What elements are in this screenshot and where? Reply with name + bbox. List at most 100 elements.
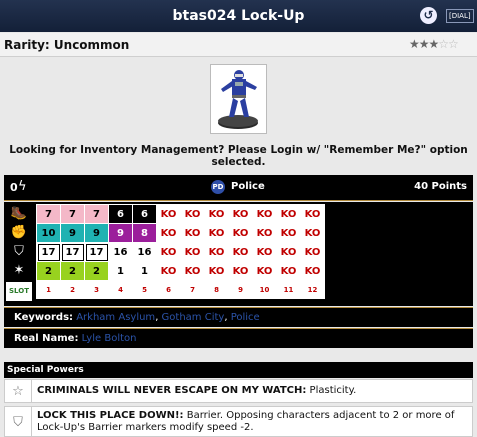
dial-cell: KO xyxy=(204,242,229,262)
dial-cell: KO xyxy=(204,204,229,224)
dial-slot-row: 1 2 3 4 5 6 7 8 9 10 11 12 xyxy=(36,280,325,299)
dial-cell: 16 xyxy=(132,242,157,262)
dial-header: 0 ϟ PD Police 40 Points xyxy=(4,175,473,201)
dial-cell: KO xyxy=(180,261,205,281)
special-powers-header: Special Powers xyxy=(4,362,473,378)
keywords-row: Keywords: Arkham Asylum, Gotham City, Po… xyxy=(4,307,473,327)
slot-label: SLOT xyxy=(6,282,32,301)
dial-cell: KO xyxy=(252,223,277,243)
slot-number: 9 xyxy=(228,280,253,299)
dial-cell: KO xyxy=(252,261,277,281)
dial-cell: KO xyxy=(180,204,205,224)
slot-number: 10 xyxy=(252,280,277,299)
dial-table: 7 7 7 6 6 KO KO KO KO KO KO KO 10 9 9 9 8 KO KO KO KO KO KO KO 1… xyxy=(36,204,325,299)
dial-cell: 10 xyxy=(36,223,61,243)
team-name: Police xyxy=(231,181,265,192)
dial-cell: KO xyxy=(228,261,253,281)
dial-cell: KO xyxy=(156,204,181,224)
dial-button[interactable]: [DIAL] xyxy=(446,9,474,23)
dial-cell: KO xyxy=(228,242,253,262)
bolt-icon: ϟ xyxy=(18,179,27,194)
power-name: LOCK THIS PLACE DOWN!: xyxy=(37,410,184,421)
dial-cell: 2 xyxy=(36,261,61,281)
dial-cell: KO xyxy=(156,261,181,281)
dial-cell: 2 xyxy=(60,261,85,281)
dial-row-damage: 2 2 2 1 1 KO KO KO KO KO KO KO xyxy=(36,261,325,281)
dial-cell: KO xyxy=(180,242,205,262)
dial-cell: KO xyxy=(300,261,325,281)
dial-cell: KO xyxy=(300,204,325,224)
dial-row-attack: 10 9 9 9 8 KO KO KO KO KO KO KO xyxy=(36,223,325,243)
dial-cell: KO xyxy=(276,223,301,243)
dial-cell: 7 xyxy=(84,204,109,224)
figure-image[interactable] xyxy=(210,64,267,134)
dial-cell: 2 xyxy=(84,261,109,281)
dial-cell: KO xyxy=(276,261,301,281)
power-row: ⛉ LOCK THIS PLACE DOWN!: Barrier. Opposi… xyxy=(4,406,473,437)
dial-cell: KO xyxy=(252,242,277,262)
dial-cell: 1 xyxy=(132,261,157,281)
power-name: CRIMINALS WILL NEVER ESCAPE ON MY WATCH: xyxy=(37,385,307,396)
real-name-link[interactable]: Lyle Bolton xyxy=(82,333,137,344)
login-message-line1: Looking for Inventory Management? Please… xyxy=(9,144,468,156)
slot-number: 7 xyxy=(180,280,205,299)
dial-cell: 6 xyxy=(108,204,133,224)
slot-number: 2 xyxy=(60,280,85,299)
dial-cell: KO xyxy=(300,242,325,262)
shield-icon: ⛉ xyxy=(5,407,32,436)
attack-icon: ✊ xyxy=(10,225,28,240)
slot-number: 11 xyxy=(276,280,301,299)
keyword-link-police[interactable]: Police xyxy=(231,312,260,323)
speed-icon: 🥾 xyxy=(10,206,28,221)
rarity-row: Rarity: Uncommon ★★★☆☆ xyxy=(0,33,477,57)
dial-cell: KO xyxy=(156,242,181,262)
dial-cell: KO xyxy=(228,204,253,224)
slot-number: 12 xyxy=(300,280,325,299)
keyword-link-gotham-city[interactable]: Gotham City xyxy=(162,312,225,323)
title-bar: btas024 Lock-Up ↺ [DIAL] xyxy=(0,0,477,32)
dial-cell: 1 xyxy=(108,261,133,281)
point-cost: 0 xyxy=(10,181,18,194)
dial-cell: KO xyxy=(204,223,229,243)
dial-cell: KO xyxy=(204,261,229,281)
keyword-link-arkham-asylum[interactable]: Arkham Asylum xyxy=(76,312,155,323)
dial-stat-icons: 🥾 ✊ ⛉ ✶ SLOT xyxy=(6,204,32,301)
dial-cell: 17 xyxy=(84,242,109,262)
dial-cell: 6 xyxy=(132,204,157,224)
dial-cell: 17 xyxy=(60,242,85,262)
rarity-label: Rarity: Uncommon xyxy=(4,38,130,52)
real-name-label: Real Name: xyxy=(14,333,79,344)
login-message: Looking for Inventory Management? Please… xyxy=(8,144,469,168)
dial-cell: 7 xyxy=(60,204,85,224)
star-outline-icon: ☆ xyxy=(5,380,32,402)
rarity-stars: ★★★☆☆ xyxy=(409,37,459,51)
dial-cell: KO xyxy=(300,223,325,243)
power-text: Plasticity. xyxy=(306,385,357,396)
slot-number: 1 xyxy=(36,280,61,299)
page-title: btas024 Lock-Up xyxy=(172,8,305,24)
dial-cell: 8 xyxy=(132,223,157,243)
dial-cell: 16 xyxy=(108,242,133,262)
dial-cell: KO xyxy=(156,223,181,243)
dial-cell: 7 xyxy=(36,204,61,224)
dial-row-speed: 7 7 7 6 6 KO KO KO KO KO KO KO xyxy=(36,204,325,224)
dial-cell: KO xyxy=(276,242,301,262)
slot-number: 3 xyxy=(84,280,109,299)
defense-icon: ⛉ xyxy=(14,244,24,259)
points-value: 40 Points xyxy=(414,181,467,192)
dial-cell: KO xyxy=(228,223,253,243)
figure-illustration xyxy=(218,70,258,129)
slot-number: 5 xyxy=(132,280,157,299)
login-message-line2: selected. xyxy=(211,156,266,168)
dial-row-defense: 17 17 17 16 16 KO KO KO KO KO KO KO xyxy=(36,242,325,262)
damage-icon: ✶ xyxy=(13,263,25,278)
dial-cell: 17 xyxy=(36,242,61,262)
keywords-label: Keywords: xyxy=(14,312,74,323)
dial-cell: KO xyxy=(276,204,301,224)
rarity-stars-filled: ★★★ xyxy=(409,37,439,51)
dial-cell: KO xyxy=(180,223,205,243)
back-arrow-icon[interactable]: ↺ xyxy=(420,7,437,24)
dial-cell: 9 xyxy=(84,223,109,243)
power-row: ☆ CRIMINALS WILL NEVER ESCAPE ON MY WATC… xyxy=(4,379,473,403)
combat-dial: 🥾 ✊ ⛉ ✶ SLOT 7 7 7 6 6 KO KO KO KO KO KO KO 10 9 9 9 8 KO… xyxy=(4,202,473,306)
